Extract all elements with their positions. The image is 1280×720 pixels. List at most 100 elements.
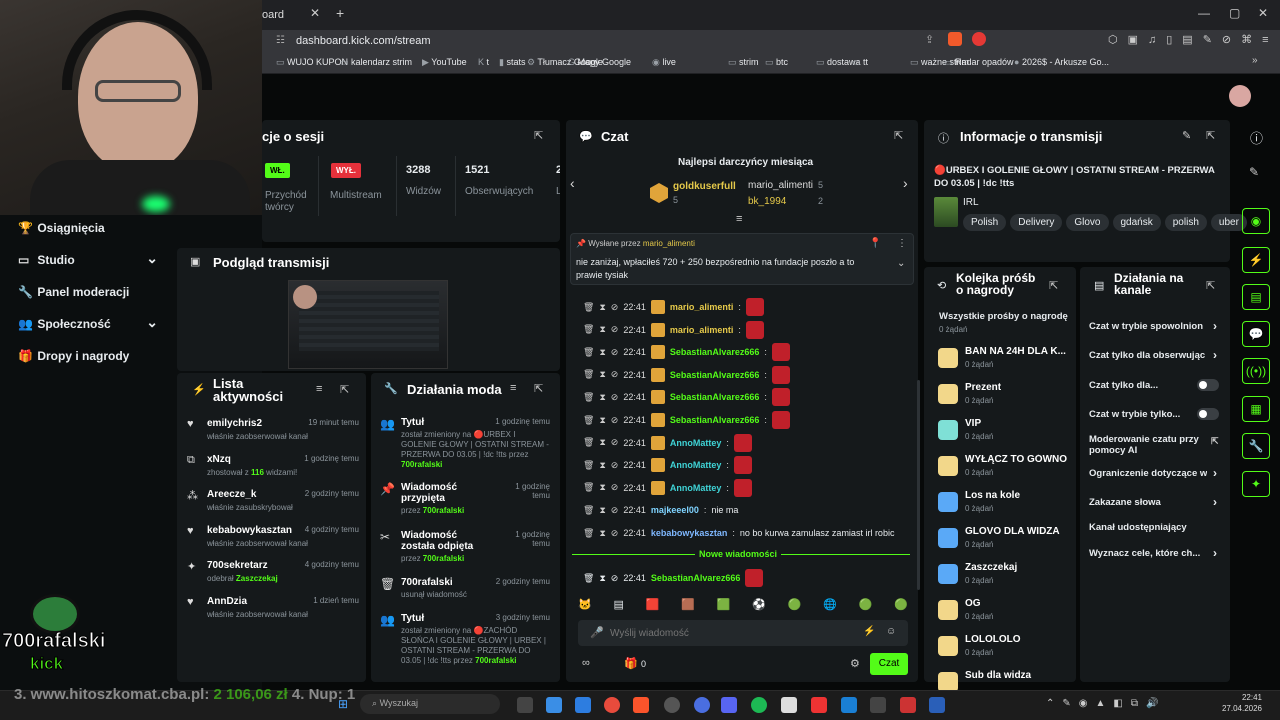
timeout-icon[interactable]: ⧗ bbox=[599, 573, 605, 584]
tag-chip[interactable]: gdańsk bbox=[1112, 214, 1161, 231]
sidebar-item-community[interactable]: 👥 Społeczność ⌄ bbox=[18, 314, 158, 331]
sidebar-item-drops[interactable]: 🎁 Dropy i nagrody bbox=[18, 349, 129, 363]
trash-icon[interactable]: 🗑 bbox=[583, 460, 594, 471]
activity-item[interactable]: ✦ 700sekretarz odebrał Zaszczekaj 4 godziny… bbox=[187, 560, 359, 594]
emote-icon[interactable]: ▤ bbox=[614, 598, 624, 612]
channel-action-item[interactable]: Czat w trybie tylko... bbox=[1089, 408, 1219, 420]
popout-icon[interactable]: ⇱ bbox=[1206, 279, 1215, 292]
chrome-icon[interactable] bbox=[604, 697, 620, 713]
tag-chip[interactable]: Glovo bbox=[1066, 214, 1109, 231]
category-name[interactable]: IRL bbox=[963, 197, 979, 208]
more-options-icon[interactable]: ⋮ bbox=[897, 238, 907, 249]
app-icon[interactable] bbox=[929, 697, 945, 713]
ban-icon[interactable]: ⊘ bbox=[611, 437, 619, 448]
close-window-icon[interactable]: ✕ bbox=[1258, 6, 1268, 20]
bookmark-item[interactable]: ▶ YouTube bbox=[422, 57, 467, 68]
sidebar-item-achievements[interactable]: 🏆 Osiągnięcia bbox=[18, 221, 105, 235]
trash-icon[interactable]: 🗑 bbox=[583, 482, 594, 493]
chat-input[interactable] bbox=[610, 624, 850, 642]
ban-icon[interactable]: ⊘ bbox=[611, 369, 619, 380]
emoji-icon[interactable]: ☺ bbox=[886, 626, 896, 637]
camera-rail-button[interactable]: ◉ bbox=[1242, 208, 1270, 234]
ban-icon[interactable]: ⊘ bbox=[611, 460, 619, 471]
send-chat-button[interactable]: Czat bbox=[870, 653, 908, 675]
timeout-icon[interactable]: ⧗ bbox=[599, 505, 605, 516]
spotify-icon[interactable] bbox=[751, 697, 767, 713]
stream-preview-video[interactable] bbox=[288, 280, 448, 369]
emote-bar[interactable]: 🐱 ▤ 🟥 🟫 🟩 ⚽ 🟢 🌐 🟢 🟢 bbox=[578, 598, 908, 612]
trash-icon[interactable]: 🗑 bbox=[583, 369, 594, 380]
chat-message[interactable]: 🗑 ⧗ ⊘ 22:41 AnnoMattey: bbox=[583, 456, 752, 475]
expand-icon[interactable]: ≡ bbox=[736, 213, 742, 225]
timeout-icon[interactable]: ⧗ bbox=[599, 302, 605, 313]
user-avatar[interactable] bbox=[1229, 85, 1251, 107]
app-icon[interactable] bbox=[900, 697, 916, 713]
activity-item[interactable]: ♥ kebabowykasztan właśnie zaobserwował kan… bbox=[187, 525, 359, 559]
edit-rail-icon[interactable]: ✎ bbox=[1249, 165, 1259, 179]
chat-scrollbar[interactable] bbox=[917, 380, 920, 590]
capcut-icon[interactable] bbox=[781, 697, 797, 713]
chat-message[interactable]: 🗑 ⧗ ⊘ 22:41 SebastianAlvarez666: bbox=[583, 411, 790, 429]
popout-icon[interactable]: ⇱ bbox=[1049, 279, 1058, 292]
settings-gear-icon[interactable]: ⚙ bbox=[850, 657, 860, 670]
app-icon[interactable] bbox=[694, 697, 710, 713]
brave-shield-icon[interactable] bbox=[948, 32, 962, 46]
popout-icon[interactable]: ⇱ bbox=[534, 382, 543, 395]
channel-action-item[interactable]: Czat tylko dla obserwując › bbox=[1089, 348, 1219, 362]
bookmark-item[interactable]: ▭ WUJO KUPON bbox=[276, 57, 348, 68]
ban-icon[interactable]: ⊘ bbox=[611, 302, 619, 313]
chat-message[interactable]: 🗑 ⧗ ⊘ 22:41 AnnoMattey: bbox=[583, 478, 752, 497]
bookmark-item[interactable]: K t bbox=[478, 57, 489, 67]
mod-username[interactable]: 700rafalski bbox=[423, 506, 464, 515]
quick-emote-icon[interactable]: ⚡ bbox=[863, 626, 875, 637]
minimize-icon[interactable]: — bbox=[1198, 6, 1210, 20]
app-icon[interactable] bbox=[870, 697, 886, 713]
timeout-icon[interactable]: ⧗ bbox=[599, 392, 605, 403]
channel-action-item[interactable]: Zakazane słowa › bbox=[1089, 495, 1219, 509]
popout-icon[interactable]: ⇱ bbox=[1206, 129, 1215, 142]
mod-username[interactable]: 700rafalski bbox=[401, 460, 442, 469]
toggle-switch[interactable] bbox=[1197, 408, 1219, 420]
broadcast-rail-button[interactable]: ((•)) bbox=[1242, 358, 1270, 384]
bookmark-item[interactable]: ▮ stats bbox=[499, 57, 525, 68]
activity-item[interactable]: ♥ emilychris2 właśnie zaobserwował kanał 19… bbox=[187, 418, 359, 452]
timeout-icon[interactable]: ⧗ bbox=[599, 324, 605, 335]
edit-pencil-icon[interactable]: ✎ bbox=[1182, 129, 1191, 142]
bookmark-item[interactable]: G Mapy Google bbox=[568, 57, 631, 67]
tab-close-icon[interactable]: ✕ bbox=[310, 6, 320, 20]
brave-rewards-icon[interactable] bbox=[972, 32, 986, 46]
mod-username[interactable]: 700rafalski bbox=[423, 554, 464, 563]
chat-message[interactable]: 🗑 ⧗ ⊘ 22:41 mario_alimenti: bbox=[583, 298, 764, 316]
windows-start-icon[interactable]: ⊞ bbox=[338, 697, 348, 711]
timeout-icon[interactable]: ⧗ bbox=[599, 482, 605, 493]
trash-icon[interactable]: 🗑 bbox=[583, 573, 594, 584]
ban-icon[interactable]: ⊘ bbox=[611, 482, 619, 493]
donor-name[interactable]: goldkuserfull bbox=[673, 181, 736, 192]
popout-icon[interactable]: ⇱ bbox=[340, 383, 349, 396]
channel-action-item[interactable]: Wyznacz cele, które ch... › bbox=[1089, 546, 1219, 560]
taskbar-search-text[interactable]: ⌕ Wyszukaj bbox=[372, 698, 418, 709]
activity-item[interactable]: ⧉ xNzq zhostował z 116 widzami! 1 godzinę t… bbox=[187, 454, 359, 488]
mod-action-item[interactable]: 🗑 700rafalski usunął wiadomość 2 godziny te… bbox=[380, 577, 550, 600]
toggle-switch[interactable] bbox=[1197, 379, 1219, 391]
maximize-icon[interactable]: ▢ bbox=[1229, 6, 1240, 20]
app-icon[interactable] bbox=[811, 697, 827, 713]
rewards-filter[interactable]: Wszystkie prośby o nagrodę bbox=[939, 311, 1068, 322]
bookmark-item[interactable]: ▭ strim bbox=[728, 57, 759, 68]
bookmark-item[interactable]: ▭ Radar opadów bbox=[944, 57, 1014, 68]
emote-icon[interactable]: 🟢 bbox=[859, 598, 873, 612]
chat-username[interactable]: mario_alimenti bbox=[670, 302, 734, 312]
channel-action-item[interactable]: Czat tylko dla... bbox=[1089, 379, 1219, 391]
trash-icon[interactable]: 🗑 bbox=[583, 347, 594, 358]
popout-icon[interactable]: ⇱ bbox=[894, 129, 903, 142]
bookmark-item[interactable]: ● 2026$ - Arkusze Go... bbox=[1014, 57, 1109, 67]
chat-message[interactable]: 🗑 ⧗ ⊘ 22:41 SebastianAlvarez666 bbox=[583, 569, 764, 587]
emote-icon[interactable]: 🟫 bbox=[681, 598, 695, 612]
filter-icon[interactable]: ≡ bbox=[510, 382, 516, 394]
chat-username[interactable]: AnnoMattey bbox=[670, 438, 722, 448]
bookmark-item[interactable]: ◉ live bbox=[652, 57, 676, 68]
mod-action-item[interactable]: 👥 Tytuł został zmieniony na 🔴URBEX I GOLEN… bbox=[380, 417, 550, 470]
tag-chip[interactable]: polish bbox=[1164, 214, 1207, 231]
discord-icon[interactable] bbox=[721, 697, 737, 713]
clock-time[interactable]: 22:41 bbox=[1222, 693, 1262, 702]
